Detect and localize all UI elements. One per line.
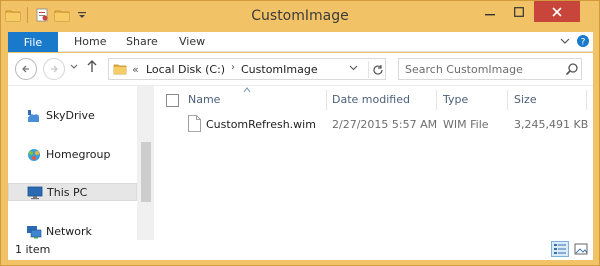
- column-divider[interactable]: [436, 90, 437, 110]
- explorer-content: SkyDrive Homegroup This PC Network Name …: [8, 85, 593, 241]
- nav-pane-scrollbar[interactable]: [137, 86, 154, 241]
- column-header-size[interactable]: Size: [514, 93, 537, 106]
- search-box[interactable]: [398, 58, 582, 80]
- file-name[interactable]: CustomRefresh.wim: [206, 118, 316, 131]
- column-header-type[interactable]: Type: [443, 93, 468, 106]
- refresh-icon: [372, 64, 383, 75]
- breadcrumb-local-disk[interactable]: Local Disk (C:): [146, 63, 225, 76]
- cloud-icon: [26, 109, 42, 123]
- nav-item-homegroup[interactable]: Homegroup: [8, 146, 137, 164]
- chevron-down-icon: [70, 64, 78, 69]
- breadcrumb-separator[interactable]: ›: [231, 62, 235, 73]
- nav-item-label: SkyDrive: [46, 109, 95, 122]
- close-icon: [552, 6, 562, 17]
- column-header-name[interactable]: Name: [188, 93, 220, 106]
- item-count: 1 item: [15, 243, 51, 256]
- arrow-right-icon: [51, 65, 58, 73]
- arrow-left-icon: [22, 65, 29, 73]
- nav-item-network[interactable]: Network: [8, 223, 137, 241]
- search-input[interactable]: [405, 62, 555, 77]
- search-icon[interactable]: [565, 62, 579, 76]
- homegroup-icon: [26, 148, 42, 162]
- large-icons-view-icon: [574, 243, 588, 255]
- computer-icon: [27, 186, 43, 200]
- minimize-icon: [485, 13, 495, 15]
- refresh-button[interactable]: [368, 61, 386, 78]
- maximize-button[interactable]: [506, 1, 532, 22]
- arrow-up-icon: [87, 60, 97, 72]
- file-type: WIM File: [443, 118, 489, 131]
- chevron-down-icon: [349, 65, 358, 71]
- nav-item-label: Homegroup: [46, 148, 111, 161]
- status-bar: 1 item: [8, 240, 593, 260]
- file-date-modified: 2/27/2015 5:57 AM: [332, 118, 438, 131]
- nav-item-this-pc[interactable]: This PC: [8, 183, 137, 201]
- tab-home[interactable]: Home: [74, 35, 106, 48]
- title-bar: CustomImage: [1, 1, 599, 31]
- table-row[interactable]: CustomRefresh.wim 2/27/2015 5:57 AM WIM …: [154, 115, 593, 135]
- chevron-down-icon: [560, 38, 570, 44]
- up-button[interactable]: [86, 59, 98, 77]
- nav-item-skydrive[interactable]: SkyDrive: [8, 107, 137, 125]
- file-size: 3,245,491 KB: [514, 118, 589, 131]
- folder-icon: [113, 62, 127, 76]
- ribbon-tabs: File Home Share View ?: [8, 32, 593, 52]
- help-icon: ?: [577, 35, 589, 48]
- recent-locations-button[interactable]: [70, 63, 78, 73]
- details-view-icon: [554, 244, 566, 254]
- breadcrumb-customimage[interactable]: CustomImage: [241, 63, 318, 76]
- network-icon: [26, 225, 42, 239]
- svg-text:?: ?: [581, 38, 586, 48]
- column-header-row: Name Date modified Type Size: [154, 90, 593, 110]
- tab-share[interactable]: Share: [126, 35, 158, 48]
- breadcrumb-overflow[interactable]: «: [132, 63, 139, 76]
- details-view-button[interactable]: [551, 241, 569, 257]
- nav-item-label: Network: [46, 225, 92, 238]
- column-header-date-modified[interactable]: Date modified: [332, 93, 410, 106]
- address-dropdown-button[interactable]: [349, 63, 358, 75]
- file-icon: [188, 115, 201, 132]
- help-button[interactable]: ?: [576, 34, 590, 48]
- file-list: Name Date modified Type Size CustomRefre…: [154, 86, 593, 241]
- tab-view[interactable]: View: [179, 35, 205, 48]
- column-divider[interactable]: [586, 90, 587, 110]
- nav-item-label: This PC: [47, 186, 88, 199]
- navigation-bar: « Local Disk (C:) › CustomImage: [8, 53, 593, 85]
- scrollbar-thumb[interactable]: [141, 142, 151, 202]
- minimize-button[interactable]: [477, 1, 503, 22]
- maximize-icon: [514, 6, 524, 17]
- large-icons-view-button[interactable]: [572, 241, 590, 257]
- tab-file[interactable]: File: [8, 32, 58, 52]
- column-divider[interactable]: [326, 90, 327, 110]
- column-divider[interactable]: [507, 90, 508, 110]
- back-button[interactable]: [15, 58, 37, 80]
- address-bar[interactable]: « Local Disk (C:) › CustomImage: [108, 58, 386, 80]
- expand-ribbon-button[interactable]: [558, 34, 572, 48]
- explorer-window: CustomImage File Home Share View ? « Loc…: [0, 0, 600, 266]
- forward-button[interactable]: [43, 58, 65, 80]
- navigation-pane: SkyDrive Homegroup This PC Network: [8, 86, 154, 241]
- close-button[interactable]: [534, 1, 580, 22]
- select-all-checkbox[interactable]: [166, 94, 179, 107]
